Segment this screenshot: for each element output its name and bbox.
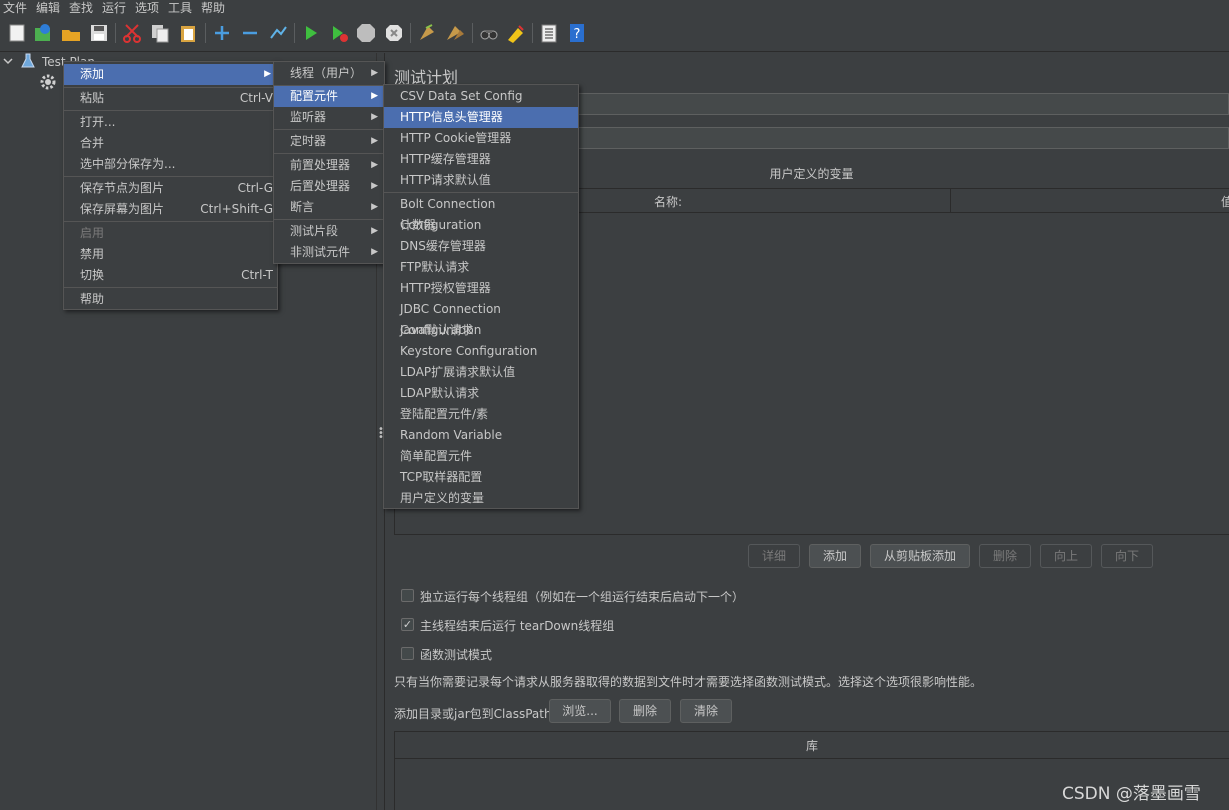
move-up-button[interactable]: 向上	[1040, 544, 1092, 568]
config-dns-cache-manager[interactable]: DNS缓存管理器	[384, 236, 578, 257]
expand-icon[interactable]	[211, 22, 233, 44]
functional-mode-note: 只有当你需要记录每个请求从服务器取得的数据到文件时才需要选择函数测试模式。选择这…	[394, 675, 983, 689]
column-value-header[interactable]: 值	[1221, 193, 1229, 210]
context-menu-add[interactable]: 添加 ▶	[64, 64, 277, 85]
submenu-threads[interactable]: 线程（用户） ▶	[274, 63, 384, 84]
classpath-delete-button[interactable]: 删除	[619, 699, 671, 723]
config-csv-data-set[interactable]: CSV Data Set Config	[384, 86, 578, 107]
move-down-button[interactable]: 向下	[1101, 544, 1153, 568]
context-menu: 添加 ▶ 粘贴 Ctrl-V 打开... 合并 选中部分保存为... 保存节点为图片…	[63, 61, 278, 310]
browse-button[interactable]: 浏览...	[549, 699, 611, 723]
svg-text:?: ?	[574, 27, 581, 42]
config-keystore[interactable]: Keystore Configuration	[384, 341, 578, 362]
watermark: CSDN @落墨画雪	[1062, 784, 1201, 804]
toggle-icon[interactable]	[267, 22, 289, 44]
add-button[interactable]: 添加	[809, 544, 861, 568]
config-simple-config[interactable]: 简单配置元件	[384, 446, 578, 467]
context-menu-save-screen-image[interactable]: 保存屏幕为图片 Ctrl+Shift-G	[64, 199, 277, 220]
config-ftp-defaults[interactable]: FTP默认请求	[384, 257, 578, 278]
save-icon[interactable]	[88, 22, 110, 44]
submenu-assertions[interactable]: 断言 ▶	[274, 197, 384, 218]
clear-icon[interactable]	[416, 22, 438, 44]
config-http-cache-manager[interactable]: HTTP缓存管理器	[384, 149, 578, 170]
menu-search[interactable]: 查找	[69, 0, 93, 16]
run-groups-serially-checkbox[interactable]	[401, 589, 414, 602]
submenu-test-fragment[interactable]: 测试片段 ▶	[274, 221, 384, 242]
reset-search-icon[interactable]	[505, 22, 527, 44]
flask-icon	[21, 53, 35, 72]
config-tcp-sampler-config[interactable]: TCP取样器配置	[384, 467, 578, 488]
functional-mode-label: 函数测试模式	[420, 648, 493, 662]
help-icon[interactable]: ?	[566, 22, 588, 44]
function-helper-icon[interactable]	[538, 22, 560, 44]
context-menu-save-node-image[interactable]: 保存节点为图片 Ctrl-G	[64, 178, 277, 199]
add-submenu: 线程（用户） ▶ 配置元件 ▶ 监听器 ▶ 定时器 ▶ 前置处理器 ▶ 后置处理器 ▶ 断言…	[273, 61, 385, 264]
menu-run[interactable]: 运行	[102, 0, 126, 16]
config-random-variable[interactable]: Random Variable	[384, 425, 578, 446]
submenu-arrow-icon: ▶	[264, 69, 271, 79]
templates-icon[interactable]	[32, 22, 54, 44]
detail-button[interactable]: 详细	[748, 544, 800, 568]
context-menu-enable[interactable]: 启用	[64, 223, 277, 244]
context-menu-merge[interactable]: 合并	[64, 133, 277, 154]
config-jdbc-connection[interactable]: JDBC Connection Configuration	[384, 299, 578, 337]
classpath-clear-button[interactable]: 清除	[680, 699, 732, 723]
config-http-header-manager[interactable]: HTTP信息头管理器	[384, 107, 578, 128]
add-from-clipboard-button[interactable]: 从剪贴板添加	[870, 544, 970, 568]
toolbar: ?	[0, 16, 1229, 52]
search-icon[interactable]	[478, 22, 500, 44]
menu-options[interactable]: 选项	[135, 0, 159, 16]
submenu-listeners[interactable]: 监听器 ▶	[274, 107, 384, 128]
context-menu-disable[interactable]: 禁用	[64, 244, 277, 265]
config-ldap-extended-defaults[interactable]: LDAP扩展请求默认值	[384, 362, 578, 383]
config-http-cookie-manager[interactable]: HTTP Cookie管理器	[384, 128, 578, 149]
context-menu-open[interactable]: 打开...	[64, 112, 277, 133]
open-icon[interactable]	[60, 22, 82, 44]
new-icon[interactable]	[6, 22, 28, 44]
context-menu-toggle[interactable]: 切换 Ctrl-T	[64, 265, 277, 286]
functional-mode-checkbox[interactable]	[401, 647, 414, 660]
config-login-config[interactable]: 登陆配置元件/素	[384, 404, 578, 425]
menu-file[interactable]: 文件	[3, 0, 27, 16]
delete-button[interactable]: 删除	[979, 544, 1031, 568]
library-table-header[interactable]: 库	[394, 731, 1229, 759]
teardown-checkbox[interactable]: ✓	[401, 618, 414, 631]
start-no-pause-icon[interactable]	[328, 22, 350, 44]
config-user-defined-variables[interactable]: 用户定义的变量	[384, 488, 578, 509]
config-bolt-connection[interactable]: Bolt Connection Configuration	[384, 194, 578, 232]
gear-icon[interactable]	[39, 73, 57, 94]
submenu-postprocessors[interactable]: 后置处理器 ▶	[274, 176, 384, 197]
collapse-icon[interactable]	[239, 22, 261, 44]
stop-icon[interactable]	[355, 22, 377, 44]
tree-expand-chevron-icon[interactable]	[3, 55, 13, 69]
clear-all-icon[interactable]	[444, 22, 466, 44]
menu-help[interactable]: 帮助	[201, 0, 225, 16]
menu-edit[interactable]: 编辑	[36, 0, 60, 16]
context-menu-help[interactable]: 帮助	[64, 289, 277, 310]
submenu-timers[interactable]: 定时器 ▶	[274, 131, 384, 152]
column-name-header[interactable]: 名称:	[654, 193, 682, 210]
copy-icon[interactable]	[149, 22, 171, 44]
context-menu-paste[interactable]: 粘贴 Ctrl-V	[64, 88, 277, 109]
run-groups-serially-label: 独立运行每个线程组（例如在一个组运行结束后启动下一个）	[420, 590, 745, 604]
context-menu-save-selection[interactable]: 选中部分保存为...	[64, 154, 277, 175]
paste-icon[interactable]	[177, 22, 199, 44]
config-java-defaults[interactable]: Java默认请求	[384, 320, 578, 341]
shutdown-icon[interactable]	[383, 22, 405, 44]
classpath-label: 添加目录或jar包到ClassPath	[394, 707, 552, 721]
start-icon[interactable]	[300, 22, 322, 44]
config-http-request-defaults[interactable]: HTTP请求默认值	[384, 170, 578, 191]
menu-tools[interactable]: 工具	[168, 0, 192, 16]
config-ldap-defaults[interactable]: LDAP默认请求	[384, 383, 578, 404]
config-counter[interactable]: 计数器	[384, 215, 578, 236]
teardown-label: 主线程结束后运行 tearDown线程组	[420, 619, 615, 633]
submenu-config-elements[interactable]: 配置元件 ▶	[274, 86, 384, 107]
cut-icon[interactable]	[121, 22, 143, 44]
menu-bar: 文件 编辑 查找 运行 选项 工具 帮助	[0, 0, 1229, 16]
submenu-preprocessors[interactable]: 前置处理器 ▶	[274, 155, 384, 176]
config-http-auth-manager[interactable]: HTTP授权管理器	[384, 278, 578, 299]
submenu-non-test-elements[interactable]: 非测试元件 ▶	[274, 242, 384, 263]
config-elements-submenu: CSV Data Set Config HTTP信息头管理器 HTTP Cook…	[383, 84, 579, 509]
